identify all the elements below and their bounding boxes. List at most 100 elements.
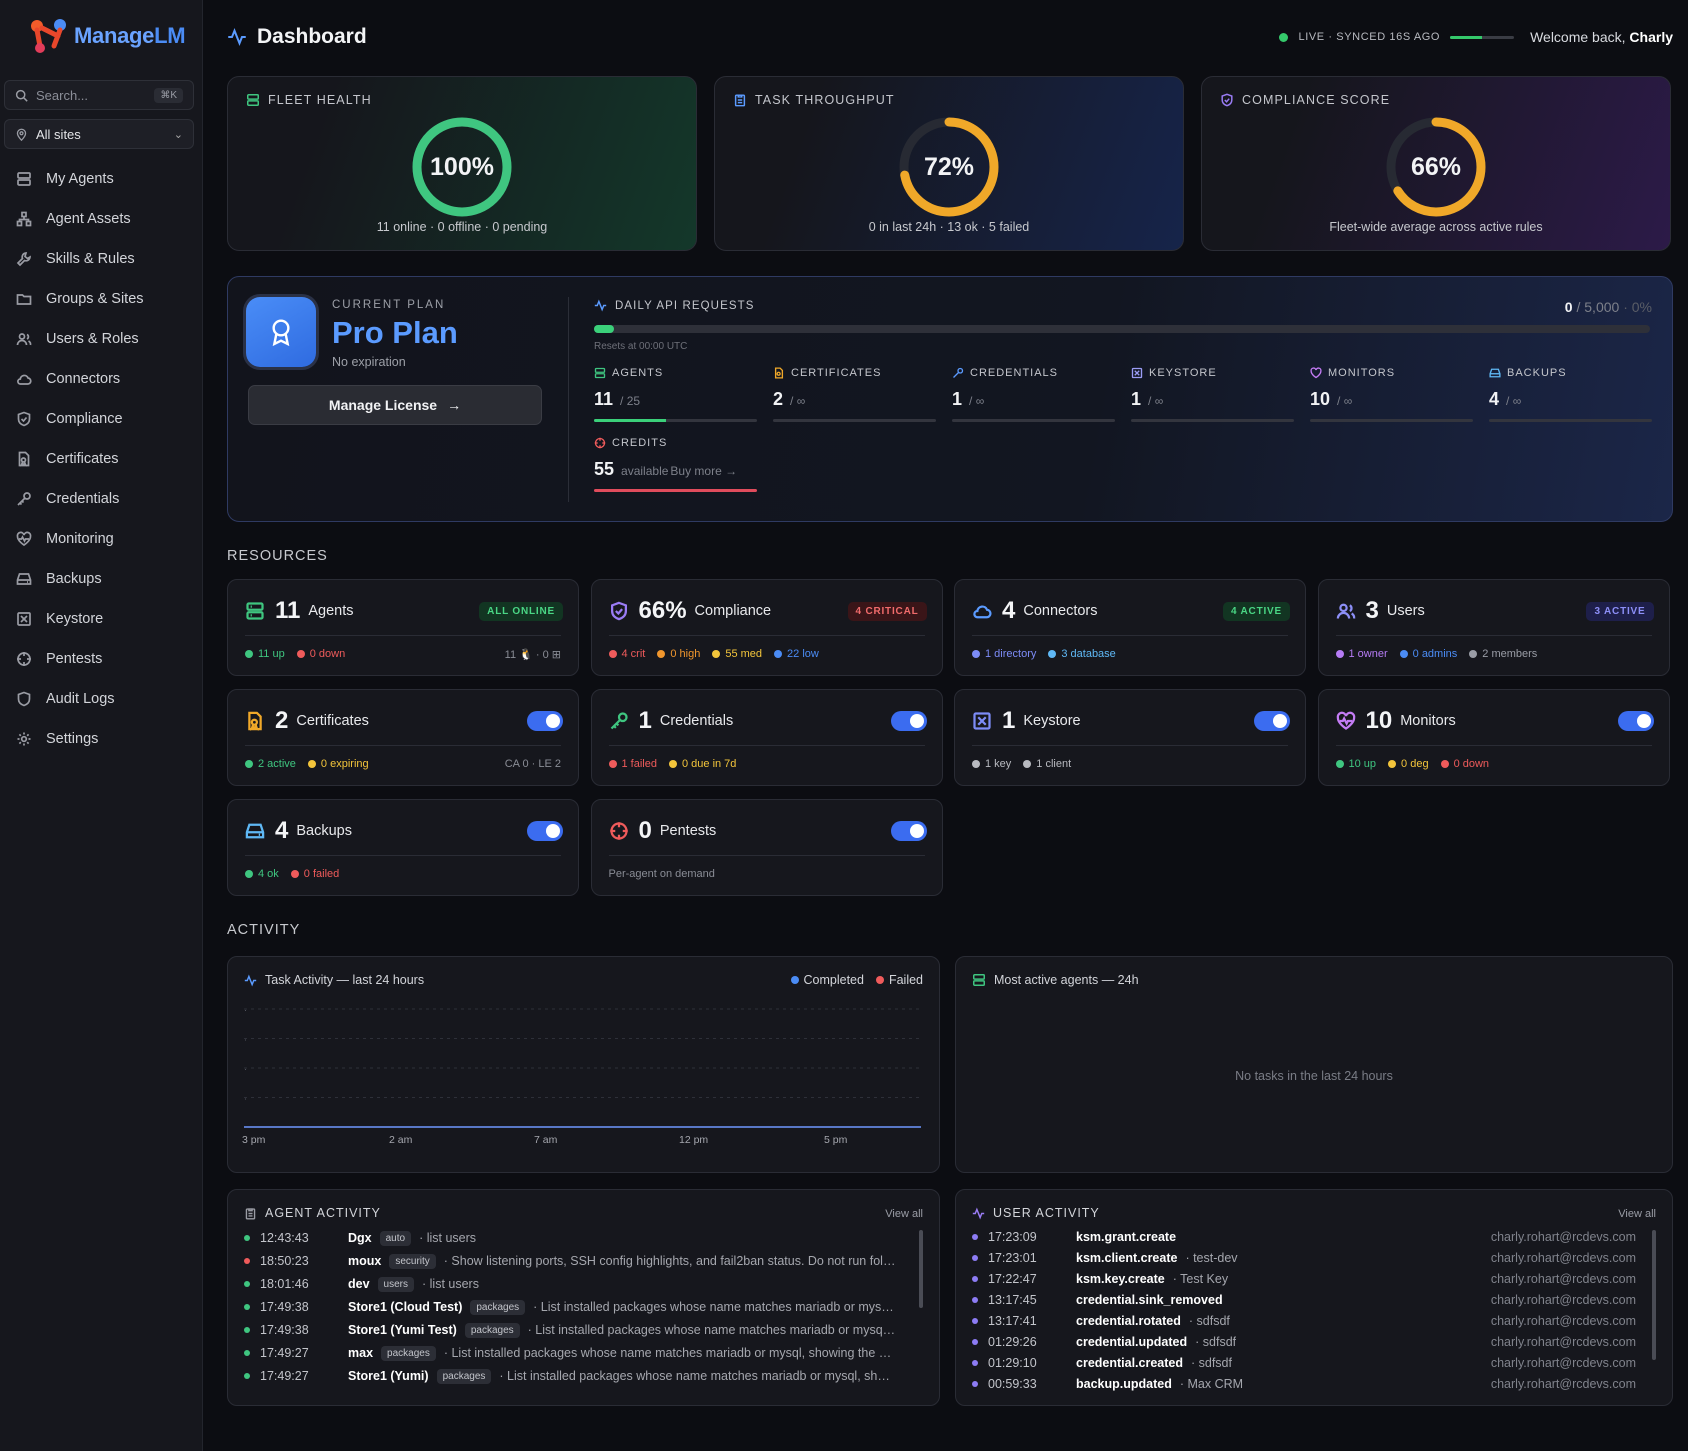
sidebar-item-compliance[interactable]: Compliance bbox=[0, 399, 203, 439]
sidebar: ManageLM Search... ⌘K All sites ⌄ My Age… bbox=[0, 0, 203, 1451]
resource-count: 3 bbox=[1365, 597, 1379, 624]
status-dot bbox=[972, 1297, 978, 1303]
status-dot bbox=[244, 1258, 250, 1264]
list-item[interactable]: 01:29:26 credential.updated · sdfsdf charly… bbox=[972, 1331, 1636, 1353]
sidebar-item-agent-assets[interactable]: Agent Assets bbox=[0, 199, 203, 239]
category-tag: security bbox=[389, 1253, 436, 1269]
enable-toggle[interactable] bbox=[890, 711, 927, 731]
sidebar-item-label: Pentests bbox=[46, 651, 103, 667]
sidebar-item-credentials[interactable]: Credentials bbox=[0, 479, 203, 519]
crosshair-icon bbox=[594, 437, 606, 449]
status-dot bbox=[244, 1350, 250, 1356]
list-item[interactable]: 01:29:10 credential.created · sdfsdf charly… bbox=[972, 1352, 1636, 1374]
certificate-icon bbox=[248, 711, 262, 731]
list-item[interactable]: 13:17:45 credential.sink_removed charly.ro… bbox=[972, 1289, 1636, 1311]
award-icon bbox=[246, 297, 316, 367]
list-item[interactable]: 17:23:01 ksm.client.create · test-dev charl… bbox=[972, 1247, 1636, 1269]
key-icon bbox=[953, 367, 964, 378]
user-email: charly.rohart@rcdevs.com bbox=[1490, 1377, 1636, 1391]
sidebar-item-skills-rules[interactable]: Skills & Rules bbox=[0, 239, 203, 279]
scrollbar[interactable] bbox=[919, 1230, 923, 1308]
sidebar-item-monitoring[interactable]: Monitoring bbox=[0, 519, 203, 559]
timestamp: 17:22:47 bbox=[988, 1272, 1037, 1286]
sidebar-item-connectors[interactable]: Connectors bbox=[0, 359, 203, 399]
users-icon bbox=[16, 333, 32, 346]
site-selector[interactable]: All sites ⌄ bbox=[4, 119, 194, 149]
agent-activity-panel: AGENT ACTIVITY View all 12:43:43 Dgx auto ·… bbox=[227, 1189, 940, 1406]
status-dot bbox=[245, 760, 253, 768]
scrollbar[interactable] bbox=[1652, 1230, 1656, 1360]
sidebar-item-pentests[interactable]: Pentests bbox=[0, 639, 203, 679]
resource-breakdown: 1 directory 3 database bbox=[972, 648, 1116, 660]
status-dot bbox=[1440, 760, 1449, 768]
resource-card-monitors[interactable]: 10 Monitors 10 up 0 deg 0 down bbox=[1317, 689, 1670, 786]
list-item[interactable]: 13:17:41 credential.rotated · sdfsdf charly… bbox=[972, 1310, 1636, 1332]
key-icon bbox=[610, 712, 628, 730]
status-dot bbox=[972, 1318, 978, 1324]
resource-card-pentests[interactable]: 0 Pentests Per-agent on demand bbox=[590, 799, 943, 896]
enable-toggle[interactable] bbox=[1254, 711, 1290, 731]
sidebar-item-audit-logs[interactable]: Audit Logs bbox=[0, 679, 203, 719]
buy-more-link[interactable]: Buy more → bbox=[670, 464, 737, 478]
enable-toggle[interactable] bbox=[527, 711, 563, 731]
sidebar-item-users-roles[interactable]: Users & Roles bbox=[0, 319, 203, 359]
chevron-down-icon: ⌄ bbox=[173, 128, 183, 141]
resource-card-certificates[interactable]: 2 Certificates 2 active 0 expiring CA 0 · LE… bbox=[227, 689, 579, 786]
enable-toggle[interactable] bbox=[527, 821, 563, 841]
list-item[interactable]: 12:43:43 Dgx auto · list users bbox=[244, 1227, 896, 1249]
timestamp: 17:23:01 bbox=[988, 1251, 1037, 1265]
view-all-link[interactable]: View all bbox=[885, 1208, 923, 1220]
status-dot bbox=[668, 760, 677, 768]
resource-card-compliance[interactable]: 66% Compliance 4 CRITICAL 4 crit 0 high 55 me… bbox=[590, 579, 943, 676]
quota-certificates: CERTIFICATES 2 / ∞ bbox=[773, 367, 936, 427]
sidebar-item-backups[interactable]: Backups bbox=[0, 559, 203, 599]
resource-card-backups[interactable]: 4 Backups 4 ok 0 failed bbox=[227, 799, 579, 896]
list-item[interactable]: 17:49:27 max packages · List installed pack… bbox=[244, 1342, 896, 1364]
status-dot bbox=[244, 1373, 250, 1379]
event-name: credential.created bbox=[1076, 1356, 1183, 1370]
vault-icon bbox=[1131, 367, 1143, 379]
plan-expiry: No expiration bbox=[332, 355, 406, 369]
list-item[interactable]: 17:22:47 ksm.key.create · Test Key charly.r… bbox=[972, 1268, 1636, 1290]
view-all-link[interactable]: View all bbox=[1618, 1208, 1656, 1220]
resource-card-credentials[interactable]: 1 Credentials 1 failed 0 due in 7d bbox=[590, 689, 943, 786]
list-item[interactable]: 17:49:27 Store1 (Yumi) packages · List inst… bbox=[244, 1365, 896, 1387]
panel-title: AGENT ACTIVITY bbox=[265, 1206, 381, 1220]
search-input[interactable]: Search... ⌘K bbox=[4, 80, 194, 110]
stat-subtitle: 11 online · 0 offline · 0 pending bbox=[376, 220, 548, 234]
list-item[interactable]: 17:49:38 Store1 (Cloud Test) packages · Lis… bbox=[244, 1296, 896, 1318]
list-item[interactable]: 18:01:46 dev users · list users bbox=[244, 1273, 896, 1295]
divider bbox=[568, 297, 569, 502]
sidebar-item-keystore[interactable]: Keystore bbox=[0, 599, 203, 639]
enable-toggle[interactable] bbox=[890, 821, 927, 841]
resource-card-keystore[interactable]: 1 Keystore 1 key 1 client bbox=[954, 689, 1306, 786]
user-email: charly.rohart@rcdevs.com bbox=[1490, 1251, 1636, 1265]
divider bbox=[245, 635, 561, 636]
brand-logo[interactable]: ManageLM bbox=[28, 16, 186, 56]
activity-icon bbox=[972, 1206, 985, 1220]
list-item[interactable]: 17:49:38 Store1 (Yumi Test) packages · List… bbox=[244, 1319, 896, 1341]
event-name: ksm.client.create bbox=[1076, 1251, 1178, 1265]
sidebar-item-my-agents[interactable]: My Agents bbox=[0, 159, 203, 199]
resource-card-users[interactable]: 3 Users 3 ACTIVE 1 owner 0 admins 2 members bbox=[1317, 579, 1670, 676]
gear-icon bbox=[17, 732, 31, 746]
divider bbox=[1335, 745, 1652, 746]
live-status-dot bbox=[1279, 32, 1289, 42]
list-item[interactable]: 17:23:09 ksm.grant.create charly.rohart@rc… bbox=[972, 1226, 1636, 1248]
sidebar-item-certificates[interactable]: Certificates bbox=[0, 439, 203, 479]
manage-license-button[interactable]: Manage License → bbox=[248, 385, 542, 425]
agent-name: Store1 (Yumi Test) bbox=[348, 1323, 457, 1337]
enable-toggle[interactable] bbox=[1617, 711, 1654, 731]
agent-name: dev bbox=[348, 1277, 370, 1291]
list-item[interactable]: 00:59:33 backup.updated · Max CRM charly.ro… bbox=[972, 1373, 1636, 1395]
resource-card-connectors[interactable]: 4 Connectors 4 ACTIVE 1 directory 3 database bbox=[954, 579, 1306, 676]
resource-card-agents[interactable]: 11 Agents ALL ONLINE 11 up 0 down 11 🐧 · 0 ⊞ bbox=[227, 579, 579, 676]
sidebar-item-settings[interactable]: Settings bbox=[0, 719, 203, 759]
sidebar-item-groups-sites[interactable]: Groups & Sites bbox=[0, 279, 203, 319]
list-item[interactable]: 18:50:23 moux security · Show listening por… bbox=[244, 1250, 896, 1272]
panel-title: USER ACTIVITY bbox=[993, 1206, 1100, 1220]
task-description: · List installed packages whose name mat… bbox=[443, 1346, 896, 1360]
resources-heading: RESOURCES bbox=[227, 548, 328, 564]
timestamp: 17:49:38 bbox=[260, 1323, 309, 1337]
status-badge: ALL ONLINE bbox=[479, 601, 563, 621]
